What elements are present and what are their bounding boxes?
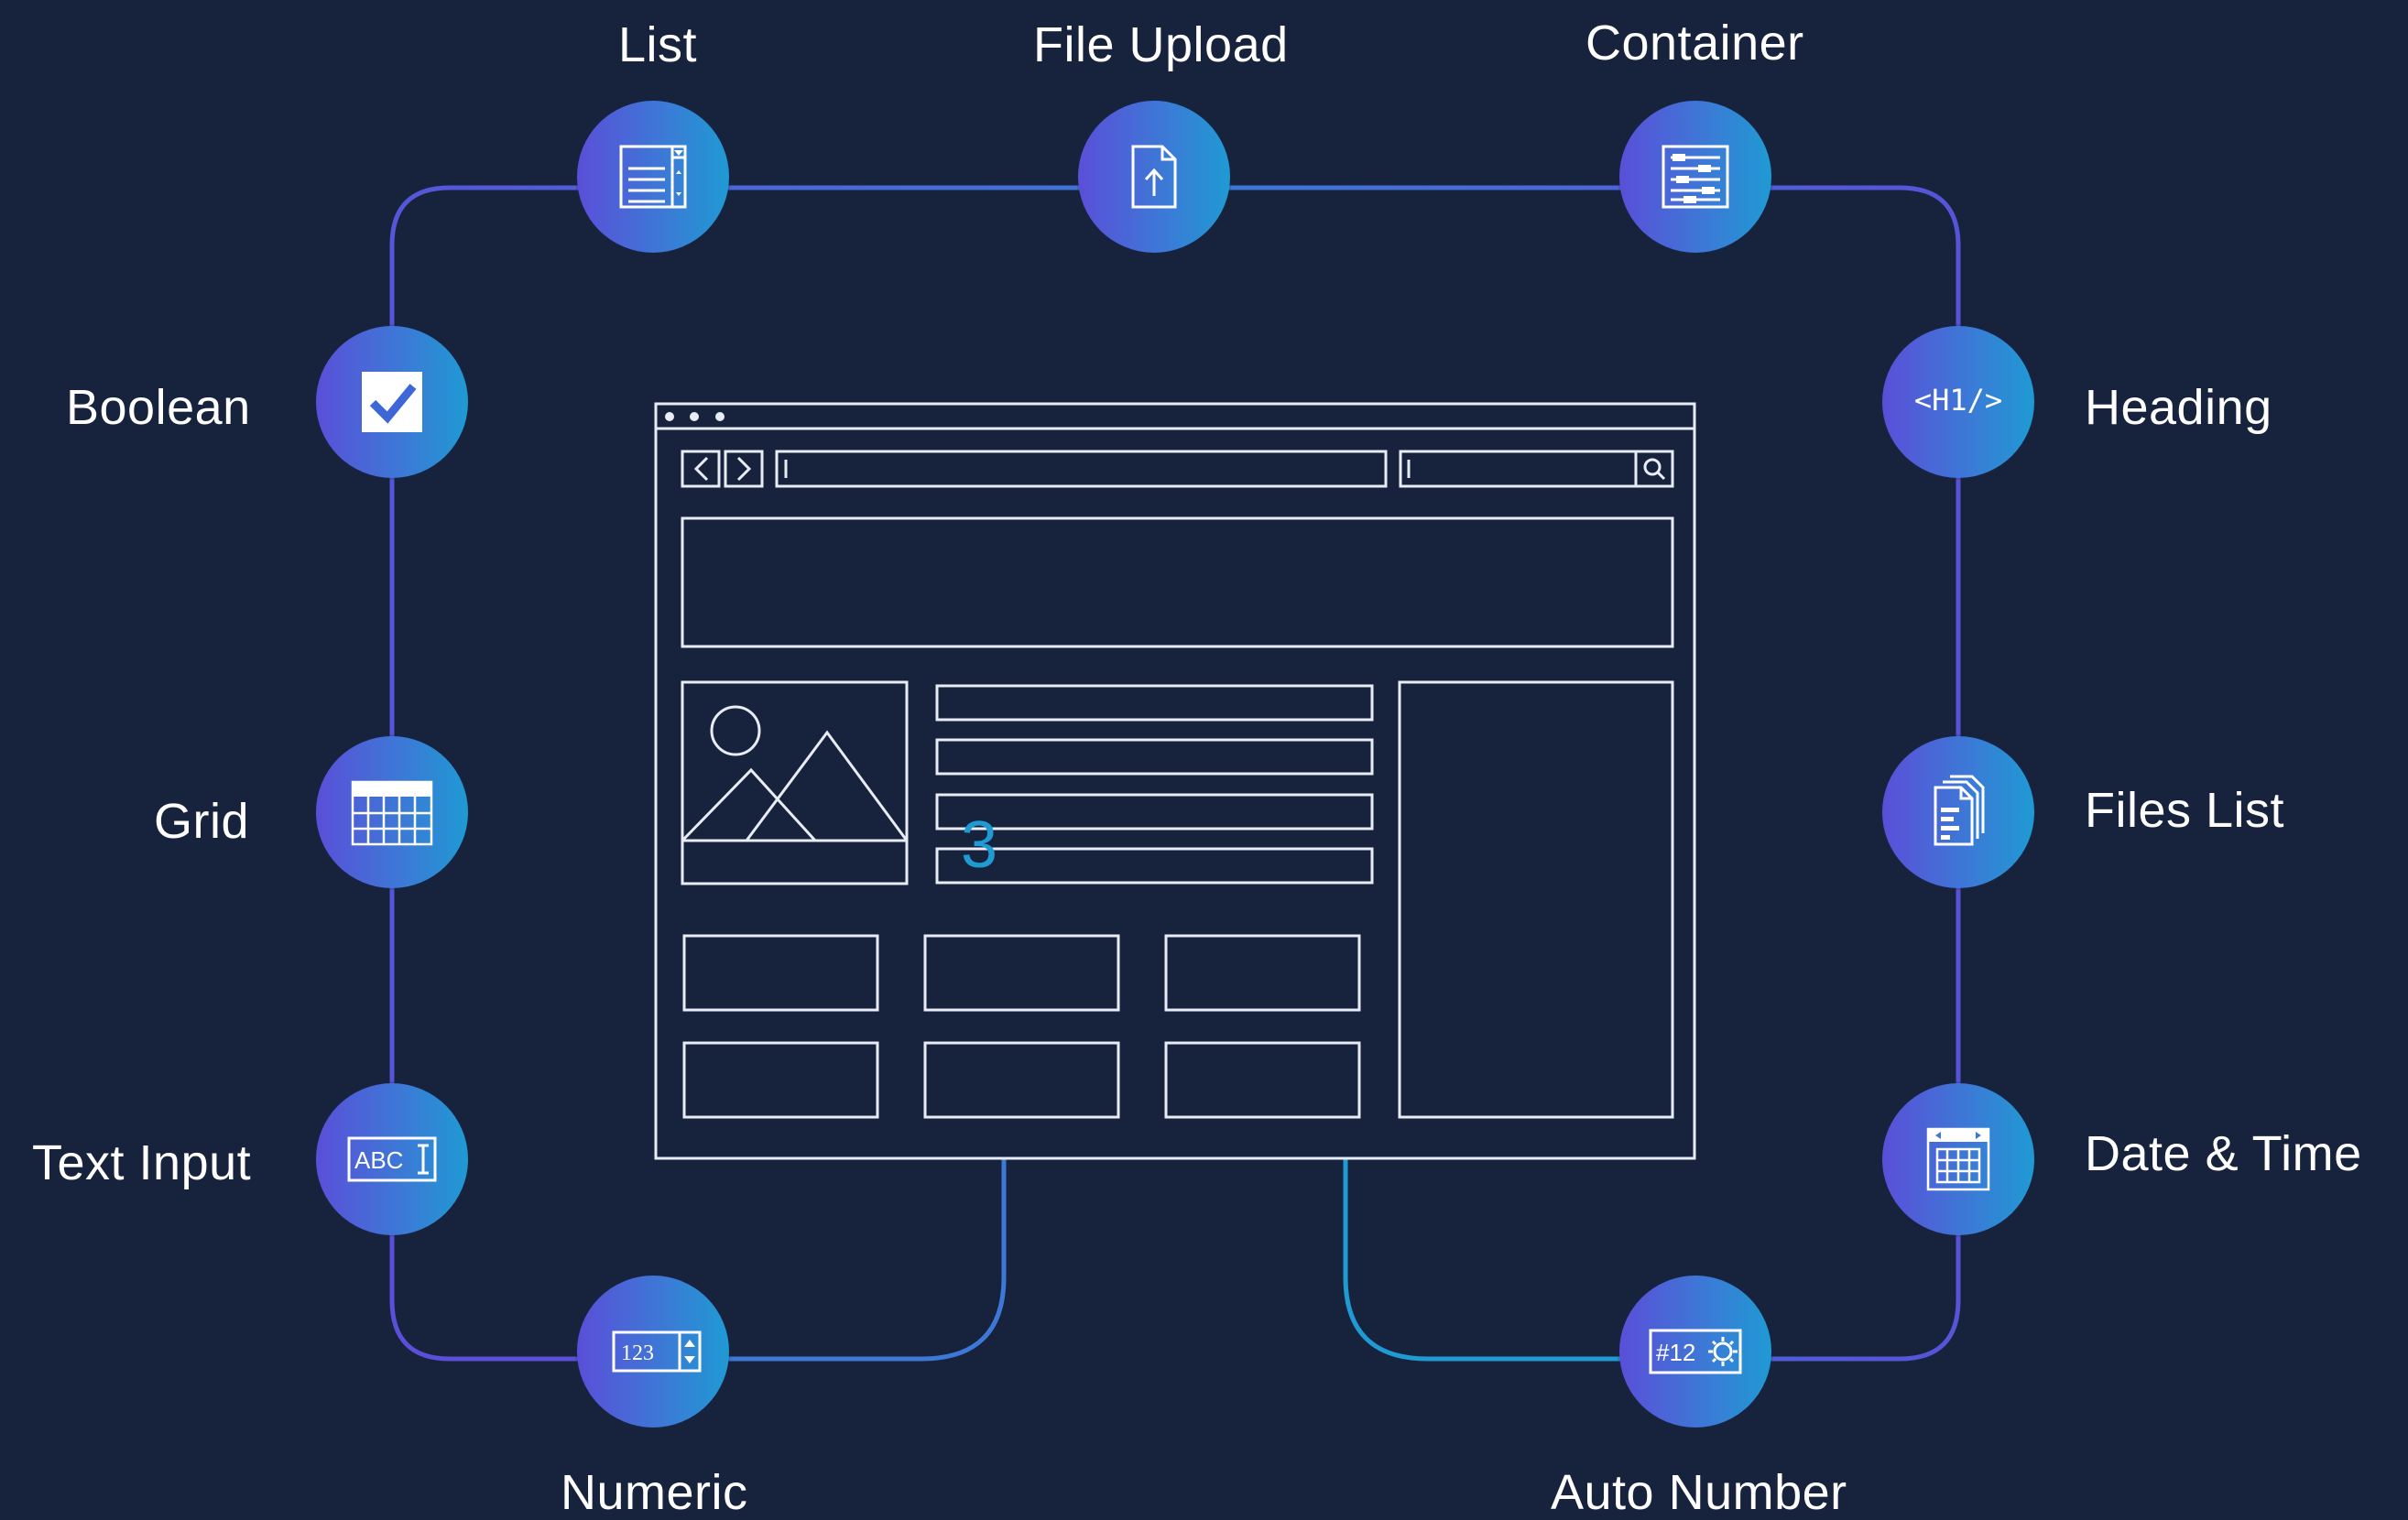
container-node[interactable] [1619, 101, 1771, 253]
files-list-label: Files List [2085, 783, 2285, 838]
text-input-node[interactable]: ABC [316, 1083, 468, 1235]
numeric-label: Numeric [561, 1465, 748, 1520]
grid-icon [351, 780, 433, 846]
calendar-icon [1926, 1127, 1990, 1191]
heading-icon: <H1/> [1913, 383, 2003, 418]
browser-wireframe [654, 402, 1696, 1160]
numeric-icon-text: 123 [621, 1341, 654, 1365]
grid-node[interactable] [316, 736, 468, 888]
auto-number-icon: #12 [1649, 1329, 1742, 1374]
boolean-node[interactable] [316, 326, 468, 478]
container-icon [1662, 145, 1729, 209]
auto-number-node[interactable]: #12 [1619, 1276, 1771, 1428]
files-list-node[interactable] [1882, 736, 2034, 888]
auto-number-connector [1343, 1158, 1620, 1362]
component-diagram: 3 List File Upload Container Boolean <H1… [0, 0, 2408, 1520]
grid-label: Grid [154, 794, 250, 849]
center-mark: 3 [961, 809, 997, 882]
auto-number-icon-text: #12 [1656, 1339, 1695, 1366]
numeric-node[interactable]: 123 [577, 1276, 729, 1428]
boolean-label: Boolean [66, 380, 251, 435]
numeric-stepper-icon: 123 [612, 1330, 702, 1373]
date-time-label: Date & Time [2085, 1126, 2362, 1181]
checkbox-icon [362, 372, 422, 432]
auto-number-label: Auto Number [1551, 1465, 1847, 1520]
heading-label: Heading [2085, 380, 2272, 435]
file-upload-icon [1131, 145, 1177, 209]
text-input-label: Text Input [32, 1135, 252, 1190]
container-label: Container [1585, 16, 1804, 71]
file-upload-node[interactable] [1078, 101, 1230, 253]
list-label: List [618, 17, 698, 72]
text-input-icon: ABC [347, 1136, 437, 1182]
heading-node[interactable]: <H1/> [1882, 326, 2034, 478]
date-time-node[interactable] [1882, 1083, 2034, 1235]
text-input-icon-text: ABC [354, 1146, 403, 1174]
files-list-icon [1934, 775, 1985, 846]
list-node[interactable] [577, 101, 729, 253]
list-icon [619, 145, 687, 209]
file-upload-label: File Upload [1033, 17, 1289, 72]
numeric-connector [727, 1158, 1007, 1362]
